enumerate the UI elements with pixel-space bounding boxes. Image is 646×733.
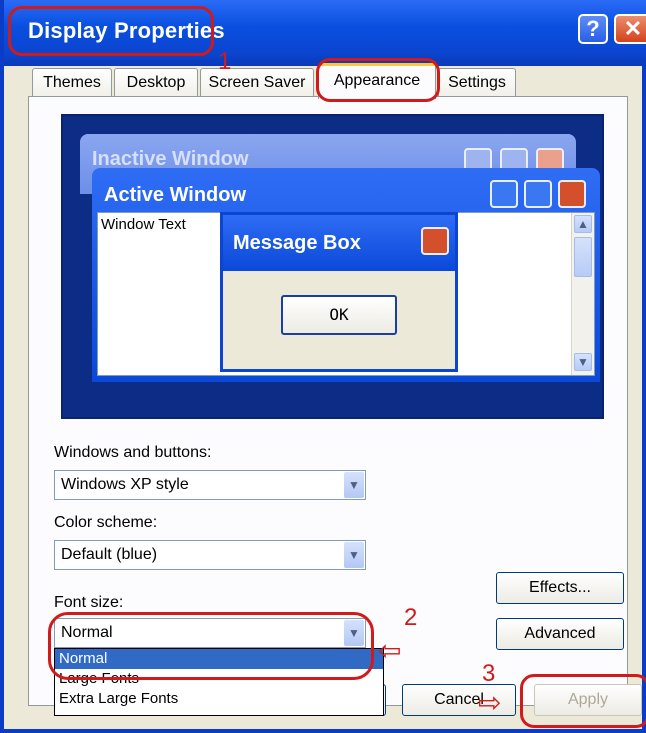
tab-desktop[interactable]: Desktop — [114, 68, 198, 98]
chevron-down-icon[interactable]: ▼ — [344, 472, 364, 498]
help-button[interactable]: ? — [578, 14, 608, 44]
windows-buttons-value: Windows XP style — [61, 476, 189, 493]
close-icon — [558, 180, 586, 208]
minimize-icon — [490, 180, 518, 208]
annotation-font-size-highlight — [48, 612, 374, 680]
color-scheme-value: Default (blue) — [61, 546, 158, 563]
scroll-up-icon: ▲ — [574, 215, 592, 233]
active-window-title: Active Window — [104, 184, 247, 206]
close-button[interactable]: ✕ — [614, 14, 646, 44]
arrow-right-icon: ⇨ — [478, 687, 502, 718]
close-icon — [421, 227, 449, 255]
window-text: Window Text — [101, 216, 186, 233]
scroll-thumb — [574, 237, 592, 277]
annotation-step-2: 2 — [404, 604, 418, 631]
arrow-left-icon: ⇦ — [378, 635, 402, 666]
display-properties-window: Display Properties ? ✕ Themes Desktop Sc… — [0, 0, 646, 733]
annotation-step-3: 3 — [482, 660, 496, 687]
font-size-label: Font size: — [54, 594, 124, 611]
color-scheme-label: Color scheme: — [54, 514, 158, 531]
help-icon: ? — [586, 16, 600, 41]
maximize-icon — [524, 180, 552, 208]
windows-buttons-select[interactable]: Windows XP style ▼ — [54, 470, 366, 500]
color-scheme-select[interactable]: Default (blue) ▼ — [54, 540, 366, 570]
annotation-appearance-highlight — [316, 58, 440, 102]
advanced-button[interactable]: Advanced — [496, 618, 624, 650]
ok-button-preview: OK — [281, 295, 397, 335]
message-box-title-bar: Message Box — [223, 215, 455, 271]
message-box-title: Message Box — [233, 232, 361, 254]
annotation-title-highlight — [8, 6, 214, 56]
close-icon: ✕ — [623, 16, 643, 41]
effects-button[interactable]: Effects... — [496, 572, 624, 604]
annotation-step-1: 1 — [218, 48, 232, 75]
message-box-preview: Message Box OK — [220, 212, 458, 372]
scrollbar: ▲ ▼ — [571, 213, 594, 375]
font-size-option-extra-large[interactable]: Extra Large Fonts — [55, 689, 383, 709]
windows-buttons-label: Windows and buttons: — [54, 444, 212, 461]
chevron-down-icon[interactable]: ▼ — [344, 542, 364, 568]
annotation-apply-highlight — [520, 674, 646, 728]
tab-settings[interactable]: Settings — [438, 68, 516, 98]
scroll-down-icon: ▼ — [574, 353, 592, 371]
tab-themes[interactable]: Themes — [32, 68, 112, 98]
